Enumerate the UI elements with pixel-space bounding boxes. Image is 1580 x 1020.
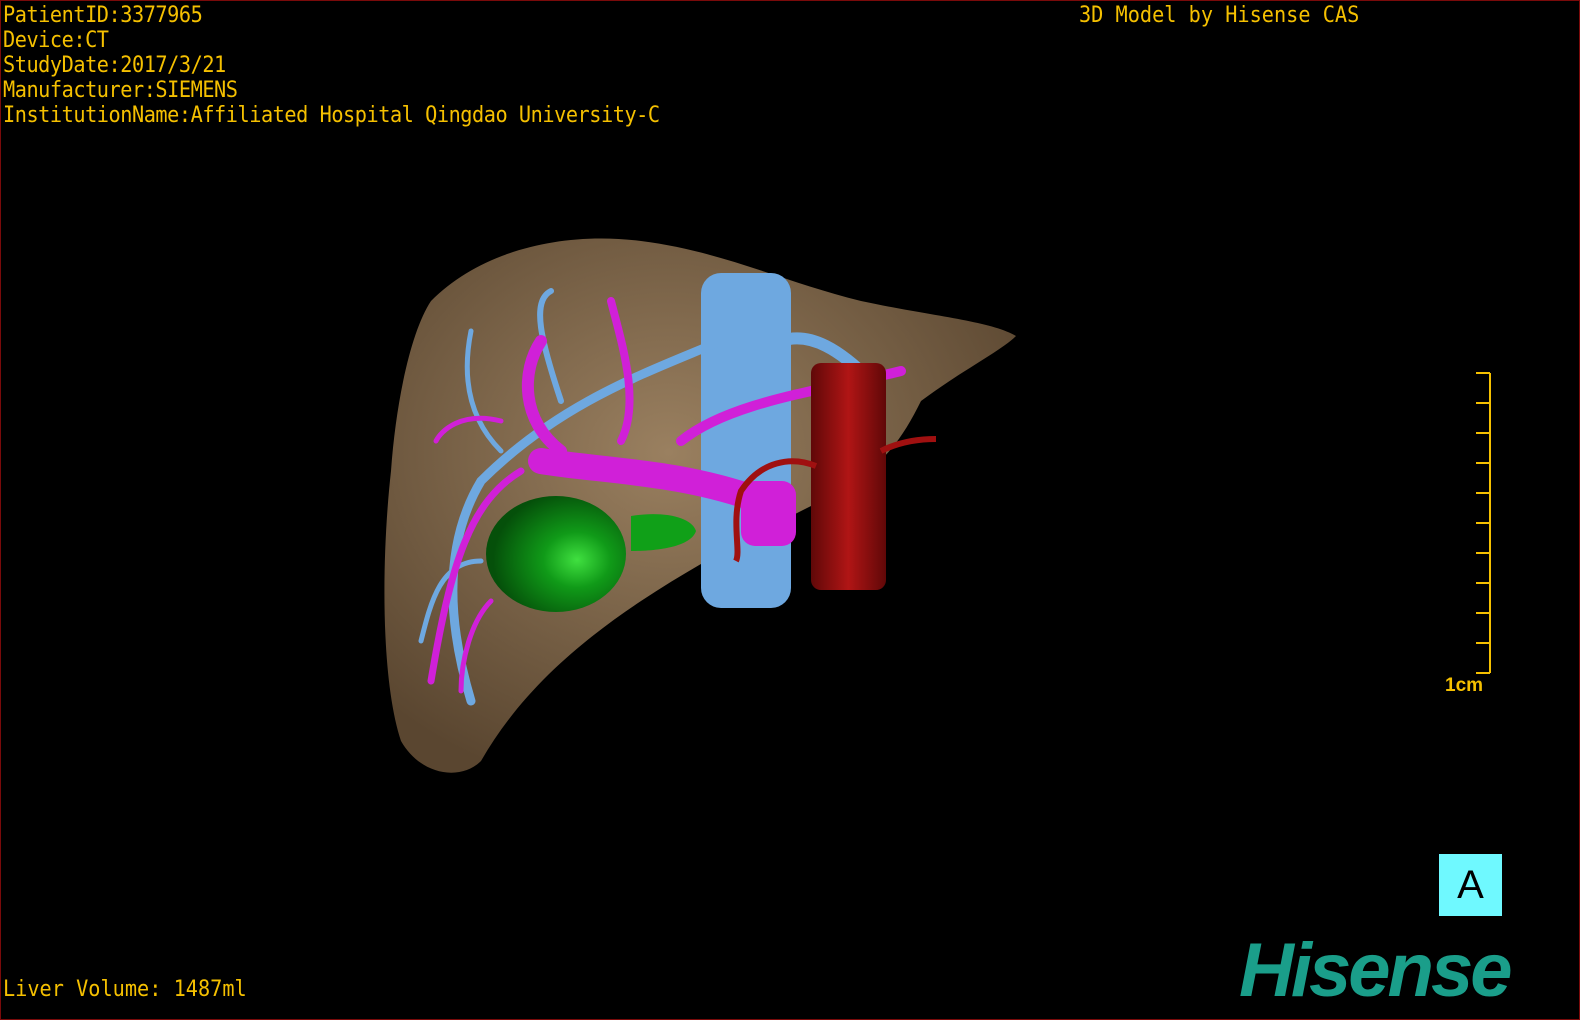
study-info-overlay: PatientID:3377965 Device:CT StudyDate:20… <box>3 3 660 128</box>
liver-volume: Liver Volume: 1487ml <box>3 977 247 1002</box>
institution-name: InstitutionName:Affiliated Hospital Qing… <box>3 103 660 128</box>
liver-3d-model[interactable] <box>1 1 1579 1019</box>
3d-viewport[interactable]: PatientID:3377965 Device:CT StudyDate:20… <box>0 0 1580 1020</box>
model-credit: 3D Model by Hisense CAS <box>1079 3 1360 28</box>
manufacturer: Manufacturer:SIEMENS <box>3 78 238 103</box>
portal-vein-trunk <box>741 481 796 546</box>
aorta <box>811 363 886 590</box>
patient-id: PatientID:3377965 <box>3 3 203 28</box>
scale-bar-label: 1cm <box>1445 675 1484 696</box>
orientation-anterior-button[interactable]: A <box>1439 854 1502 916</box>
gallbladder <box>486 496 626 612</box>
device: Device:CT <box>3 28 109 53</box>
hisense-logo: Hisense <box>1239 928 1512 1013</box>
liver-surface <box>384 238 1016 773</box>
scale-bar <box>1476 372 1491 674</box>
study-date: StudyDate:2017/3/21 <box>3 53 226 78</box>
inferior-vena-cava <box>701 273 791 608</box>
